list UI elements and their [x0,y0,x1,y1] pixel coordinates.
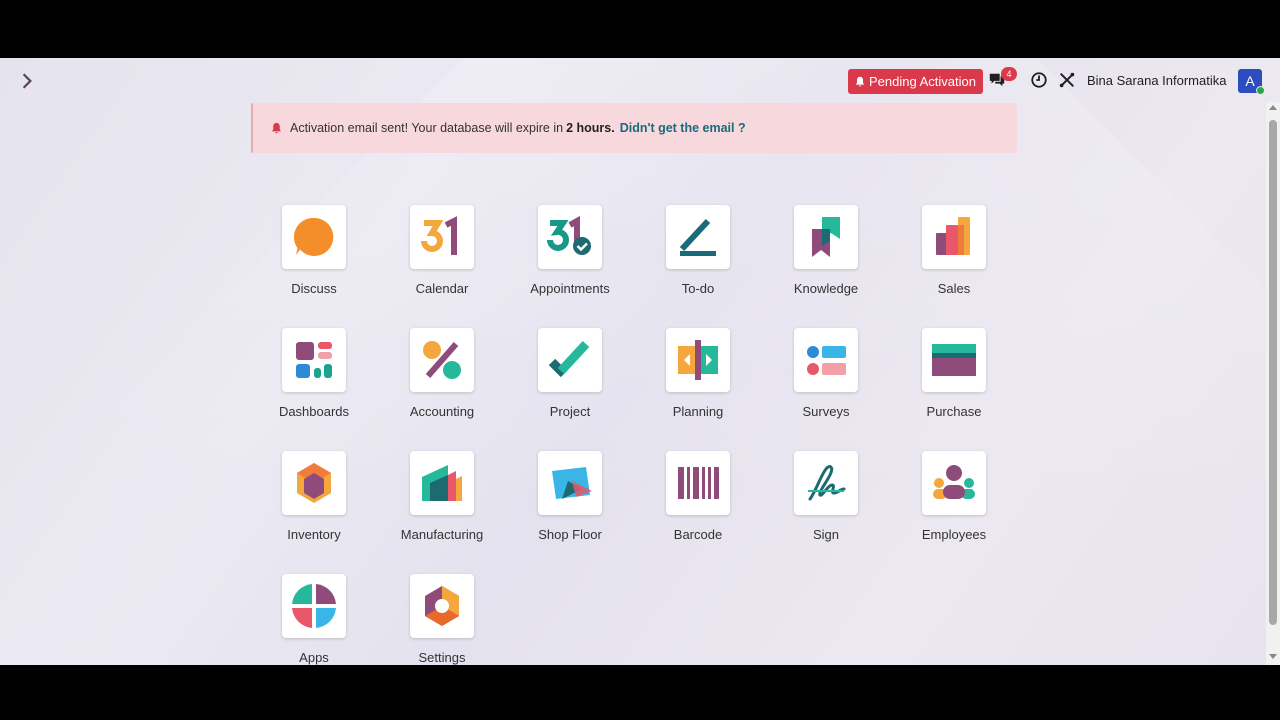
app-label: Purchase [926,404,982,419]
app-appointments[interactable]: Appointments [506,205,634,300]
app-label: Surveys [802,404,850,419]
app-sales[interactable]: Sales [890,205,1018,300]
calendar-icon [421,216,457,255]
app-todo[interactable]: To-do [634,205,762,300]
app-manufacturing[interactable]: Manufacturing [378,451,506,546]
appointments-icon [547,215,591,255]
avatar-letter: A [1245,73,1255,89]
app-discuss[interactable]: Discuss [250,205,378,300]
app-label: Shop Floor [538,527,602,542]
inventory-icon [297,463,331,503]
app-label: To-do [681,281,715,296]
tools-icon [1059,72,1075,88]
employees-icon [933,465,975,499]
app-calendar[interactable]: Calendar [378,205,506,300]
app-label: Sign [812,527,840,542]
app-label: Accounting [409,404,475,419]
app-label: Apps [299,650,329,665]
bell-icon [855,76,865,86]
clock-icon [1031,72,1047,88]
manufacturing-icon [422,465,462,501]
messages-count-badge: 4 [1001,67,1017,81]
alert-expiry: 2 hours. [566,121,615,135]
accounting-icon [423,341,461,379]
scroll-up-arrow-icon[interactable] [1269,105,1277,110]
activation-alert: Activation email sent! Your database wil… [251,103,1017,153]
app-label: Manufacturing [400,527,484,542]
pending-activation-button[interactable]: Pending Activation [848,69,983,94]
app-dashboards[interactable]: Dashboards [250,328,378,423]
user-avatar[interactable]: A [1238,69,1265,95]
app-sign[interactable]: Sign [762,451,890,546]
activities-button[interactable] [1030,71,1050,91]
app-label: Appointments [530,281,610,296]
app-label: Barcode [673,527,723,542]
scroll-down-arrow-icon[interactable] [1269,654,1277,659]
bell-icon [272,122,281,133]
surveys-icon [807,346,846,375]
app-label: Settings [418,650,466,665]
online-status-dot [1256,86,1265,95]
sign-icon [808,465,846,501]
app-label: Knowledge [793,281,859,296]
app-project[interactable]: Project [506,328,634,423]
purchase-icon [932,344,976,376]
todo-icon [679,218,716,256]
debug-tools-button[interactable] [1058,71,1078,91]
chevron-right-icon[interactable] [18,72,36,90]
odoo-home-screen: Pending Activation 4 Bina Sarana Informa… [0,58,1280,665]
app-label: Dashboards [278,404,350,419]
app-inventory[interactable]: Inventory [250,451,378,546]
app-label: Planning [672,404,724,419]
app-label: Employees [921,527,987,542]
app-settings[interactable]: Settings [378,574,506,665]
app-label: Inventory [287,527,341,542]
sales-icon [936,217,970,255]
apps-icon [292,584,336,628]
app-label: Sales [937,281,971,296]
app-surveys[interactable]: Surveys [762,328,890,423]
app-apps[interactable]: Apps [250,574,378,665]
app-planning[interactable]: Planning [634,328,762,423]
app-employees[interactable]: Employees [890,451,1018,546]
app-accounting[interactable]: Accounting [378,328,506,423]
planning-icon [678,340,718,380]
video-bottom-bar [0,665,1280,720]
company-switcher[interactable]: Bina Sarana Informatika [1087,73,1226,88]
video-top-bar [0,0,1280,58]
messages-button[interactable]: 4 [988,67,1017,91]
resend-email-link[interactable]: Didn't get the email ? [620,121,746,135]
knowledge-icon [812,217,840,257]
dashboards-icon [296,342,332,378]
settings-icon [425,586,459,626]
alert-text: Activation email sent! Your database wil… [290,121,564,135]
project-icon [548,340,590,378]
vertical-scrollbar[interactable] [1266,102,1280,665]
apps-grid: Discuss Calendar Appointments To-do Know… [250,205,1018,665]
scrollbar-thumb[interactable] [1269,120,1277,625]
app-knowledge[interactable]: Knowledge [762,205,890,300]
barcode-icon [678,467,719,499]
app-label: Discuss [291,281,337,296]
app-shop-floor[interactable]: Shop Floor [506,451,634,546]
app-purchase[interactable]: Purchase [890,328,1018,423]
discuss-icon [293,217,334,256]
app-barcode[interactable]: Barcode [634,451,762,546]
pending-activation-label: Pending Activation [869,74,976,89]
shop-floor-icon [552,467,592,499]
app-label: Project [549,404,591,419]
app-label: Calendar [415,281,469,296]
